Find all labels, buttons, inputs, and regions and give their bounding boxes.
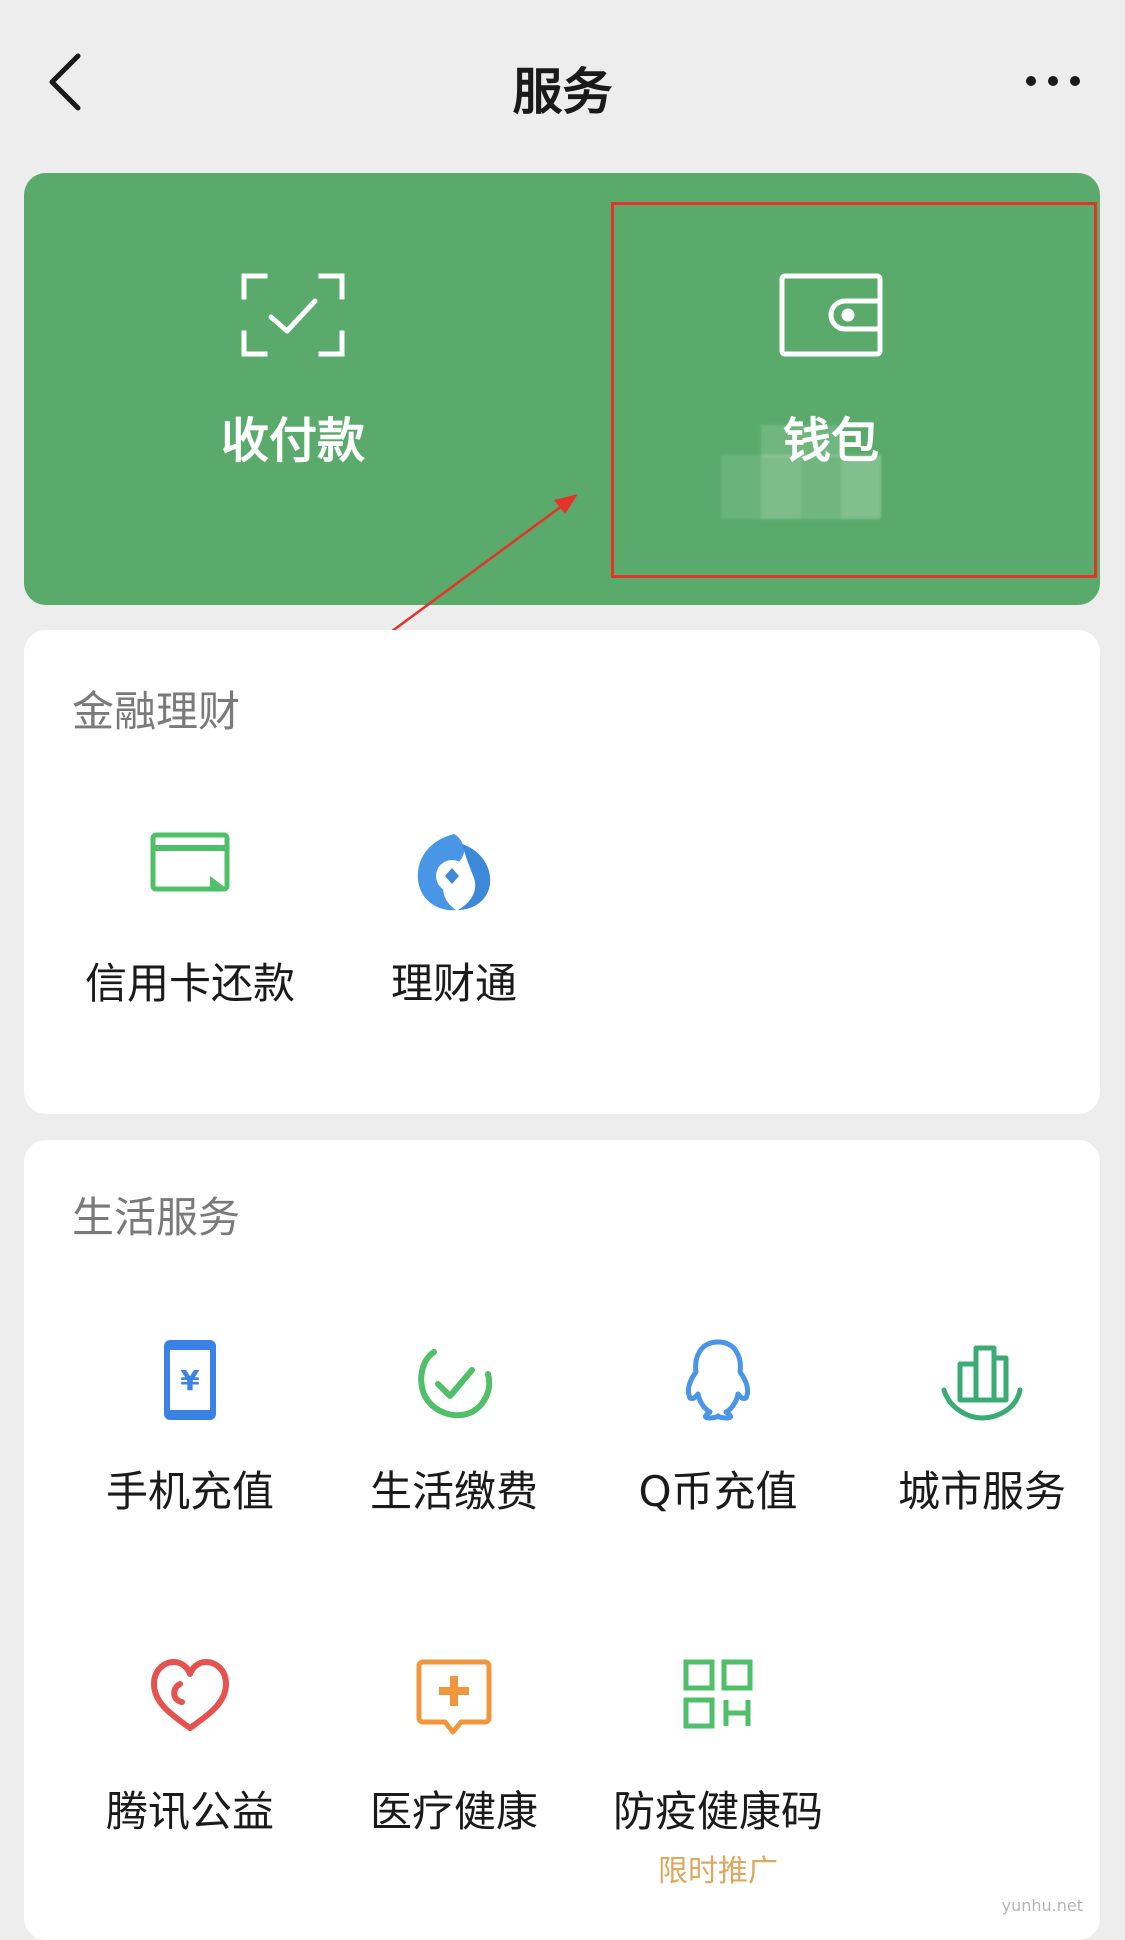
credit-card-icon — [150, 832, 230, 892]
section-title-life: 生活服务 — [72, 1193, 241, 1242]
tile-label: 生活缴费 — [369, 1467, 538, 1516]
charity-tile[interactable]: 腾讯公益 — [60, 1658, 320, 1858]
health-code-icon — [683, 1659, 753, 1729]
qq-coin-tile[interactable]: Q币充值 — [588, 1338, 848, 1538]
svg-text:¥: ¥ — [180, 1364, 200, 1397]
qq-coin-icon — [685, 1339, 751, 1421]
city-service-icon — [941, 1345, 1023, 1421]
life-services-section: 生活服务 ¥ 手机充值 生活缴费 Q币充值 城市服务 腾讯公益 医疗健康 防疫健… — [24, 1140, 1100, 1940]
health-code-tile[interactable]: 防疫健康码 限时推广 — [588, 1658, 848, 1889]
watermark: yunhu.net — [1001, 1896, 1083, 1915]
tile-label: 手机充值 — [105, 1467, 274, 1516]
tile-label: Q币充值 — [638, 1467, 798, 1516]
section-title-finance: 金融理财 — [72, 687, 241, 736]
tile-label: 腾讯公益 — [105, 1787, 274, 1836]
tile-label: 城市服务 — [897, 1467, 1066, 1516]
charity-heart-icon — [151, 1659, 229, 1731]
promo-badge: 限时推广 — [658, 1854, 778, 1889]
tile-label: 信用卡还款 — [84, 959, 295, 1008]
city-service-tile[interactable]: 城市服务 — [852, 1338, 1112, 1538]
licaitong-icon — [417, 834, 491, 911]
phone-topup-icon: ¥ — [164, 1340, 216, 1420]
medical-icon — [416, 1659, 492, 1735]
utility-payment-icon — [418, 1349, 492, 1419]
phone-topup-tile[interactable]: ¥ 手机充值 — [60, 1338, 320, 1538]
tile-label: 防疫健康码 — [612, 1787, 823, 1836]
tile-label: 理财通 — [390, 959, 517, 1008]
credit-card-repay-tile[interactable]: 信用卡还款 — [60, 830, 320, 1030]
medical-health-tile[interactable]: 医疗健康 — [324, 1658, 584, 1858]
utility-payment-tile[interactable]: 生活缴费 — [324, 1338, 584, 1538]
finance-section: 金融理财 信用卡还款 理财通 — [24, 630, 1100, 1114]
tile-label: 医疗健康 — [369, 1787, 538, 1836]
licaitong-tile[interactable]: 理财通 — [324, 830, 584, 1030]
